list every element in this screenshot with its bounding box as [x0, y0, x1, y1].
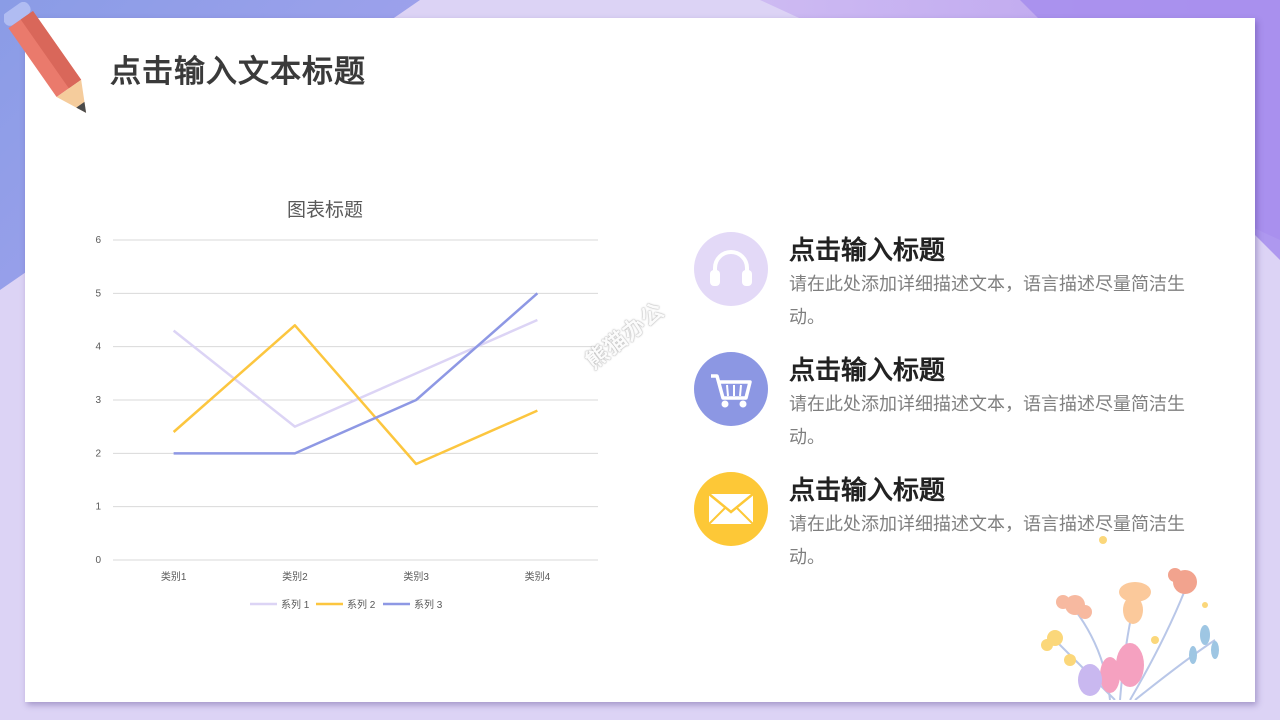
- x-tick-label: 类别3: [403, 570, 429, 583]
- feature-title[interactable]: 点击输入标题: [789, 350, 945, 387]
- y-tick-label: 5: [95, 288, 101, 299]
- chart-x-ticks: 类别1 类别2 类别3 类别4: [161, 570, 551, 583]
- feature-item-cart[interactable]: 点击输入标题 请在此处添加详细描述文本，语言描述尽量简洁生动。: [694, 352, 1214, 462]
- y-tick-label: 2: [95, 448, 101, 459]
- line-chart: 图表标题 0 1 2 3 4 5 6 类别1 类别2 类别3 类别4 系列 1 系列 2 系列 3: [95, 199, 598, 611]
- series-line-2: [172, 324, 538, 466]
- x-tick-label: 类别1: [161, 570, 187, 583]
- chart-legend: 系列 1 系列 2 系列 3: [250, 598, 443, 611]
- chart-title: 图表标题: [287, 199, 363, 221]
- feature-title[interactable]: 点击输入标题: [789, 470, 945, 507]
- feature-icon-circle: [694, 352, 768, 426]
- chart-series-lines: [172, 292, 539, 466]
- flower-decoration: [1041, 536, 1219, 700]
- headphones-icon: [710, 250, 752, 286]
- y-tick-label: 1: [95, 502, 101, 513]
- y-tick-label: 4: [95, 342, 101, 353]
- envelope-icon: [708, 493, 754, 525]
- feature-icon-circle: [694, 472, 768, 546]
- feature-title[interactable]: 点击输入标题: [789, 230, 945, 267]
- feature-description[interactable]: 请在此处添加详细描述文本，语言描述尽量简洁生动。: [789, 388, 1189, 454]
- y-tick-label: 6: [95, 235, 101, 246]
- legend-label: 系列 3: [414, 598, 443, 611]
- chart-y-ticks: 0 1 2 3 4 5 6: [95, 235, 101, 566]
- shopping-cart-icon: [711, 374, 752, 408]
- pencil-icon: [4, 2, 87, 113]
- slide-card: 图表标题 0 1 2 3 4 5 6 类别1 类别2 类别3 类别4 系列 1 系列 2 系列 3 点…: [25, 18, 1255, 702]
- y-tick-label: 3: [95, 395, 101, 406]
- feature-icon-circle: [694, 232, 768, 306]
- legend-label: 系列 2: [347, 598, 376, 611]
- series-line-1: [172, 318, 538, 428]
- x-tick-label: 类别4: [525, 570, 551, 583]
- feature-item-headphones[interactable]: 点击输入标题 请在此处添加详细描述文本，语言描述尽量简洁生动。: [694, 232, 1214, 342]
- x-tick-label: 类别2: [282, 570, 308, 583]
- legend-label: 系列 1: [281, 598, 310, 611]
- y-tick-label: 0: [95, 555, 101, 566]
- page-title: 点击输入文本标题: [110, 54, 366, 89]
- feature-description[interactable]: 请在此处添加详细描述文本，语言描述尽量简洁生动。: [789, 268, 1189, 334]
